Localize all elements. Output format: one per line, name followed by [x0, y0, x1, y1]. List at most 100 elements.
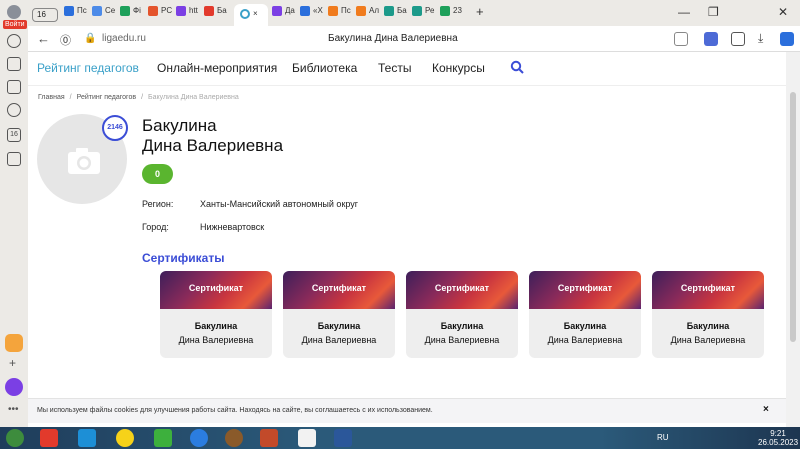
tab-close-icon[interactable]: × [253, 9, 258, 18]
tab-favicon-icon [272, 6, 282, 16]
nav-item-tests[interactable]: Тесты [378, 61, 411, 75]
tab-label: 23 [453, 6, 462, 16]
cookie-close-button[interactable]: × [763, 404, 769, 415]
tab[interactable]: Ба [204, 6, 230, 24]
more-icon[interactable]: ••• [8, 404, 19, 415]
rating-badge: 2146 [102, 115, 128, 141]
yandex-browser-app-icon[interactable] [298, 429, 316, 447]
city-label: Город: [142, 222, 169, 232]
tab[interactable]: PC [148, 6, 174, 24]
new-tab-button[interactable]: + [476, 4, 484, 22]
yandex-icon[interactable]: ⓪ [60, 32, 71, 48]
nav-item-library[interactable]: Библиотека [292, 61, 357, 75]
certificate-card[interactable]: Сертификат Бакулина Дина Валериевна [529, 271, 641, 358]
breadcrumb-rating[interactable]: Рейтинг педагогов [77, 94, 136, 101]
clock-time: 9:21 [770, 429, 786, 438]
tab[interactable]: Пс [64, 6, 90, 24]
tab-favicon-icon [384, 6, 394, 16]
region-label: Регион: [142, 199, 174, 209]
downloads-icon[interactable] [7, 152, 21, 166]
coin-app-icon[interactable] [116, 429, 134, 447]
alice-icon[interactable] [5, 378, 23, 396]
tab-count[interactable]: 16 [32, 8, 58, 22]
bookmark-icon[interactable] [674, 32, 688, 46]
sidebar-badge[interactable]: 16 [7, 128, 21, 142]
bookmark-app-icon[interactable] [5, 334, 23, 352]
region-value: Ханты-Мансийский автономный округ [200, 199, 359, 209]
tab-favicon-icon [204, 6, 214, 16]
clock[interactable]: 9:21 26.05.2023 [758, 429, 798, 447]
tab-label: Ре [425, 6, 435, 16]
breadcrumb-home[interactable]: Главная [38, 94, 65, 101]
certificate-given-name: Дина Валериевна [178, 335, 254, 345]
teacher-given-name: Дина Валериевна [142, 136, 284, 155]
reader-icon[interactable] [731, 32, 745, 46]
login-button[interactable]: Войти [3, 20, 27, 29]
language-indicator[interactable]: RU [657, 433, 669, 442]
address-page-title: Бакулина Дина Валериевна [328, 33, 458, 44]
certificate-card[interactable]: Сертификат Бакулина Дина Валериевна [160, 271, 272, 358]
nav-item-contests[interactable]: Конкурсы [432, 61, 485, 75]
tab[interactable]: Ал [356, 6, 382, 24]
certificate-surname: Бакулина [194, 321, 238, 331]
scrollbar[interactable] [786, 52, 800, 427]
nav-item-rating[interactable]: Рейтинг педагогов [37, 61, 139, 75]
lock-icon[interactable]: 🔒 [84, 33, 96, 44]
tab[interactable]: 23 [440, 6, 466, 24]
tab[interactable]: Ба [384, 6, 410, 24]
history-icon[interactable] [7, 34, 21, 48]
certificate-title: Сертификат [557, 283, 613, 293]
url-text[interactable]: ligaedu.ru [102, 33, 146, 44]
certificate-card[interactable]: Сертификат Бакулина Дина Валериевна [406, 271, 518, 358]
score-badge: 0 [142, 164, 173, 184]
browser-sidebar: Войти 16 + ••• [0, 0, 28, 427]
add-icon[interactable]: + [9, 356, 16, 370]
scrollbar-thumb[interactable] [790, 92, 796, 342]
certificate-card[interactable]: Сертификат Бакулина Дина Валериевна [652, 271, 764, 358]
maps-app-icon[interactable] [78, 429, 96, 447]
torrent-app-icon[interactable] [154, 429, 172, 447]
certificate-given-name: Дина Валериевна [301, 335, 377, 345]
zoom-app-icon[interactable] [190, 429, 208, 447]
yandex-app-icon[interactable] [40, 429, 58, 447]
mail-icon[interactable] [780, 32, 794, 46]
tab[interactable]: Се [92, 6, 118, 24]
tab-favicon-icon [356, 6, 366, 16]
play-icon[interactable] [7, 103, 21, 117]
tab[interactable]: «Х [300, 6, 326, 24]
extension-icon[interactable] [704, 32, 718, 46]
loading-icon [240, 9, 250, 19]
tab[interactable]: Пс [328, 6, 354, 24]
minimize-icon[interactable]: — [678, 5, 690, 19]
tab-label: Се [105, 6, 116, 16]
profile-avatar-icon[interactable] [7, 5, 21, 19]
tab[interactable]: htt [176, 6, 202, 24]
game-app-icon[interactable] [260, 429, 278, 447]
eye-app-icon[interactable] [225, 429, 243, 447]
download-icon[interactable]: ⤓ [758, 31, 763, 46]
certificate-given-name: Дина Валериевна [424, 335, 500, 345]
certificates-heading: Сертификаты [142, 251, 225, 265]
tab-favicon-icon [64, 6, 74, 16]
close-window-icon[interactable]: ✕ [778, 5, 788, 19]
tab[interactable]: Фі [120, 6, 146, 24]
certificate-surname: Бакулина [686, 321, 730, 331]
certificate-title: Сертификат [680, 283, 736, 293]
tab-active[interactable]: × [234, 4, 268, 26]
tab-favicon-icon [300, 6, 310, 16]
web-page: Рейтинг педагогов Онлайн-мероприятия Биб… [28, 52, 786, 427]
certificate-surname: Бакулина [440, 321, 484, 331]
search-icon[interactable] [510, 60, 524, 74]
tab[interactable]: Ре [412, 6, 438, 24]
back-button[interactable]: ← [37, 31, 50, 46]
nav-item-online-events[interactable]: Онлайн-мероприятия [157, 61, 277, 75]
restore-icon[interactable]: ❐ [708, 5, 719, 19]
certificate-card[interactable]: Сертификат Бакулина Дина Валериевна [283, 271, 395, 358]
notes-icon[interactable] [7, 80, 21, 94]
tab-favicon-icon [328, 6, 338, 16]
tab-label: Ба [217, 6, 227, 16]
word-app-icon[interactable] [334, 429, 352, 447]
start-button[interactable] [6, 429, 24, 447]
collections-icon[interactable] [7, 57, 21, 71]
tab[interactable]: Да [272, 6, 298, 24]
